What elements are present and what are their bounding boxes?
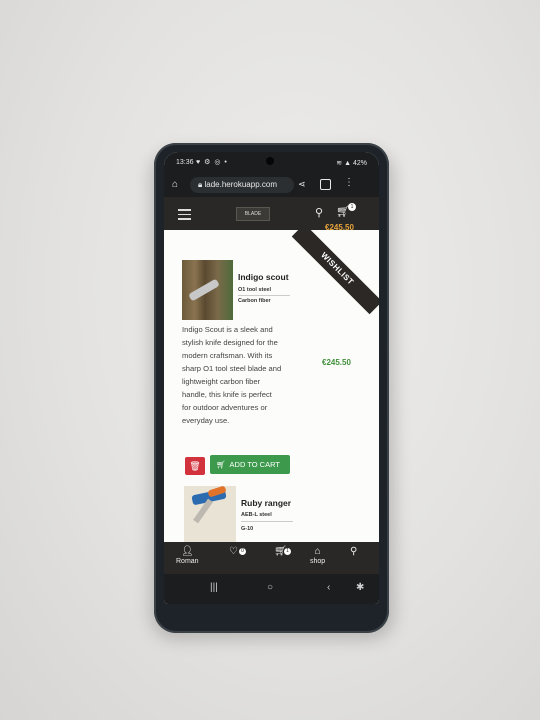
site-header: BLADE ⚲ 🛒︎ 1 €245.50 <box>164 197 379 232</box>
product-description: Indigo Scout is a sleek and stylish knif… <box>182 325 282 425</box>
site-logo[interactable]: BLADE <box>236 207 270 221</box>
cart-count-badge: 1 <box>284 548 291 555</box>
home-button-icon[interactable]: ○ <box>267 582 273 593</box>
nav-shop[interactable]: ⌂ shop <box>310 546 325 565</box>
system-navigation-bar: ||| ○ ‹ ✱ <box>164 574 379 604</box>
nav-user-label: Roman <box>176 558 199 565</box>
product-steel: AEB-L steel <box>241 512 272 518</box>
battery-indicator: ≋ ▲ 42% <box>336 160 367 167</box>
add-to-cart-button[interactable]: 🛒︎ ADD TO CART <box>210 455 290 474</box>
wishlist-count-badge: 0 <box>239 548 246 555</box>
user-icon: 👤︎ <box>180 546 194 557</box>
status-bar: 13:36 ♥ ⚙ ◎ • ≋ ▲ 42% <box>164 152 379 174</box>
back-icon[interactable]: ‹ <box>327 582 330 593</box>
home-icon[interactable]: ⌂ <box>172 179 178 190</box>
browser-menu-icon[interactable]: ⋮ <box>344 177 354 188</box>
hamburger-menu-icon[interactable] <box>178 209 191 220</box>
status-time: 13:36 <box>176 159 194 166</box>
browser-toolbar: ⌂ 🔒︎ lade.herokuapp.com ⋖ ⋮ <box>164 174 379 197</box>
notification-icons: ♥ ⚙ ◎ • <box>196 159 228 166</box>
search-icon[interactable]: ⚲ <box>315 206 323 219</box>
wishlist-ribbon[interactable]: WISHLIST <box>291 230 379 315</box>
delete-button[interactable]: 🗑︎ <box>185 457 205 475</box>
phone-screen: 13:36 ♥ ⚙ ◎ • ≋ ▲ 42% ⌂ 🔒︎ lade.herokuap… <box>164 152 379 604</box>
product-handle: Carbon fiber <box>238 298 271 304</box>
product-steel: O1 tool steel <box>238 287 272 293</box>
product-image[interactable] <box>182 260 233 320</box>
product-handle: G-10 <box>241 526 254 532</box>
url-text: lade.herokuapp.com <box>204 180 277 189</box>
cart-icon: 🛒︎ <box>216 460 226 469</box>
search-icon: ⚲ <box>350 546 358 557</box>
bottom-navigation: 👤︎ Roman ♡ 0 🛒︎ 1 ⌂ shop ⚲ <box>164 542 379 574</box>
divider <box>238 295 290 296</box>
product-name[interactable]: Indigo scout <box>238 272 289 282</box>
heart-icon: ♡ <box>229 546 238 557</box>
accessibility-icon[interactable]: ✱ <box>356 582 364 593</box>
trash-icon: 🗑︎ <box>189 461 201 471</box>
shop-icon: ⌂ <box>314 546 321 557</box>
nav-shop-label: shop <box>310 558 326 565</box>
product-image[interactable] <box>184 485 236 542</box>
product-list: WISHLIST Indigo scout O1 tool steel Carb… <box>164 230 379 542</box>
divider <box>241 521 293 522</box>
add-to-cart-label: ADD TO CART <box>229 460 280 469</box>
recent-apps-icon[interactable]: ||| <box>210 582 218 593</box>
share-icon[interactable]: ⋖ <box>298 179 306 190</box>
front-camera <box>266 157 274 165</box>
address-bar[interactable]: 🔒︎ lade.herokuapp.com <box>190 177 294 193</box>
cart-count-badge: 1 <box>348 203 356 211</box>
nav-search[interactable]: ⚲ <box>350 546 357 558</box>
product-price: €245.50 <box>322 358 351 367</box>
nav-user[interactable]: 👤︎ Roman <box>176 546 199 565</box>
nav-wishlist[interactable]: ♡ <box>229 546 238 558</box>
tabs-icon[interactable] <box>320 179 331 190</box>
product-name[interactable]: Ruby ranger <box>241 498 291 508</box>
